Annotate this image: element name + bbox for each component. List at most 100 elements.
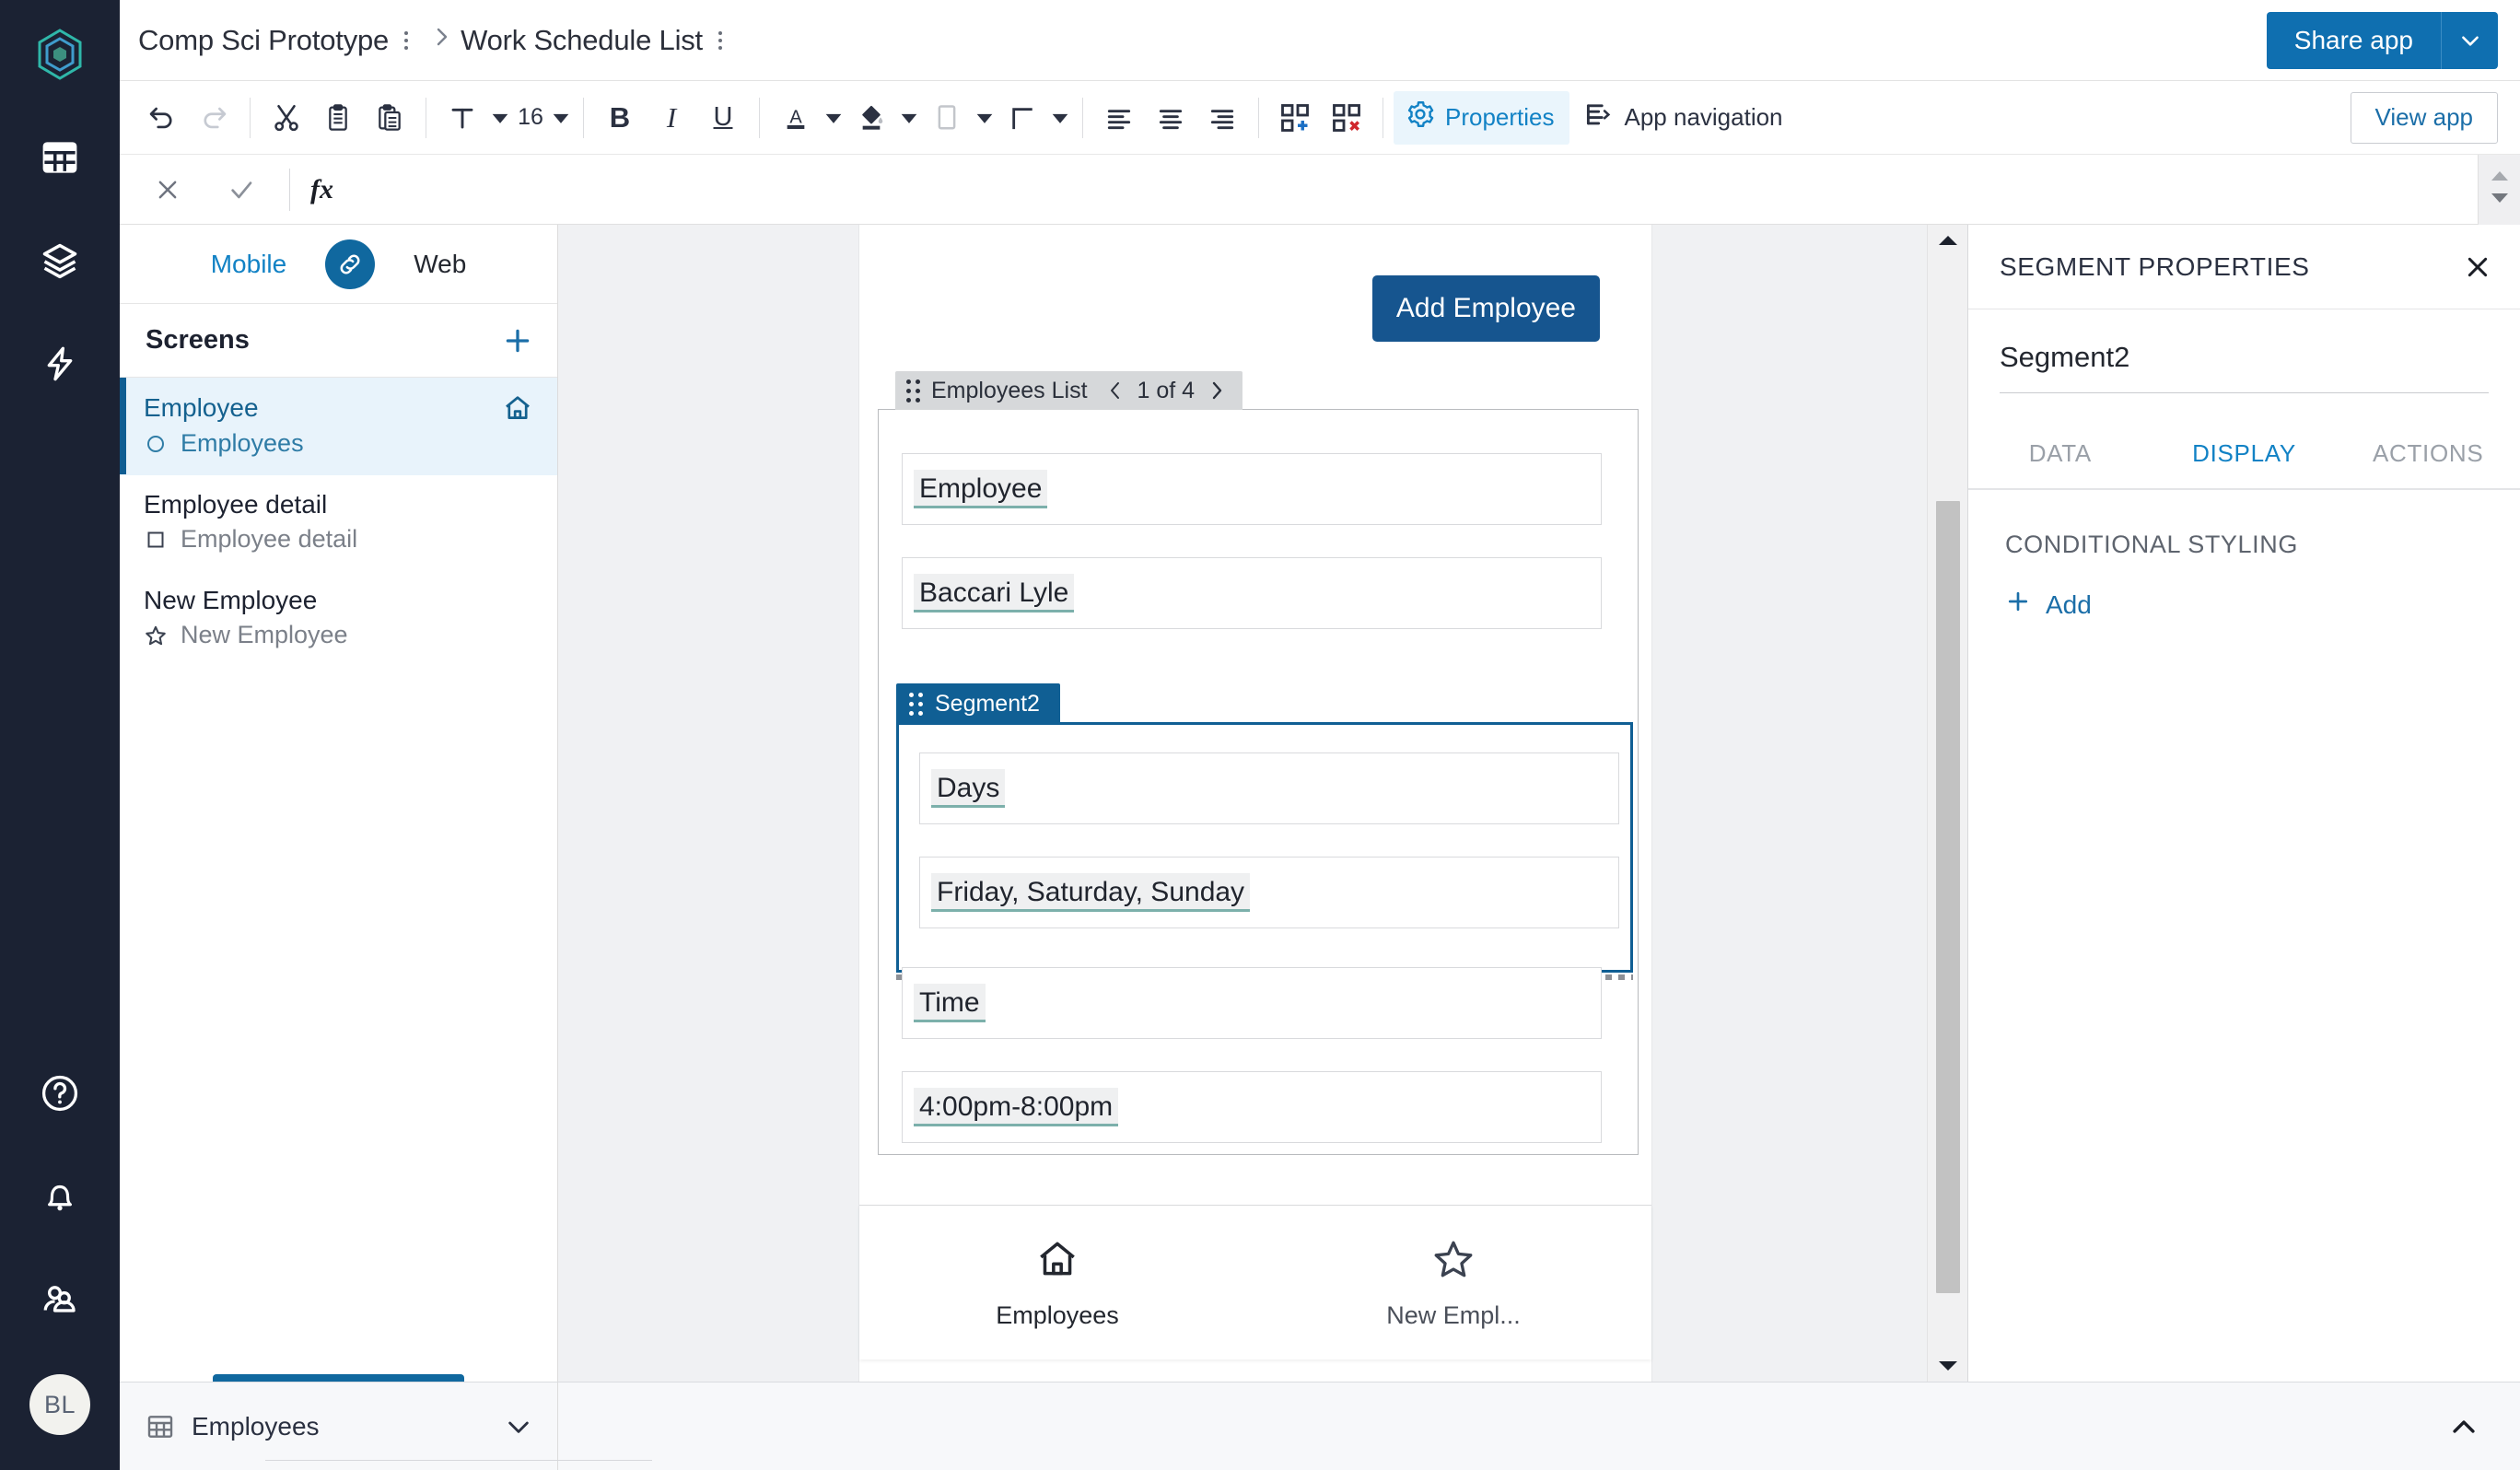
field-time-value[interactable]: 4:00pm-8:00pm [902, 1071, 1602, 1143]
rail-item-screens[interactable] [26, 227, 94, 295]
project-kebab-menu-icon[interactable] [394, 25, 418, 56]
drag-grip-icon[interactable] [906, 379, 920, 402]
home-screen-icon[interactable] [502, 392, 533, 424]
link-icon[interactable] [325, 239, 375, 289]
rail-item-team[interactable] [26, 1266, 94, 1334]
formula-scroll-stepper[interactable] [2478, 155, 2520, 225]
segment2-tag[interactable]: Segment2 [896, 683, 1060, 725]
home-icon [1034, 1236, 1080, 1287]
canvas-vertical-scrollbar[interactable] [1927, 225, 1967, 1382]
paste-icon[interactable] [364, 92, 415, 144]
avatar[interactable]: BL [29, 1374, 90, 1435]
platform-mobile-label[interactable]: Mobile [211, 250, 286, 279]
segment2-container[interactable]: Segment2 Days Friday, Saturday, Sunday [896, 722, 1633, 973]
canvas-scroll-thumb[interactable] [1936, 501, 1960, 1293]
add-component-icon[interactable] [1269, 92, 1321, 144]
caret-down-icon[interactable] [2490, 192, 2510, 209]
field-employee-header[interactable]: Employee [902, 453, 1602, 525]
tab-actions[interactable]: ACTIONS [2336, 426, 2520, 488]
hexagon-logo-icon[interactable] [26, 20, 94, 88]
rail-item-notifications[interactable] [26, 1162, 94, 1231]
italic-button[interactable]: I [646, 92, 697, 144]
font-size-control[interactable]: 16 [512, 92, 573, 144]
rail-item-automation[interactable] [26, 330, 94, 398]
scissors-icon[interactable] [261, 92, 312, 144]
design-canvas[interactable]: Add Employee Employees List 1 of 4 [558, 225, 1967, 1382]
bold-button[interactable]: B [594, 92, 646, 144]
border-icon[interactable] [997, 92, 1048, 144]
text-color-control[interactable]: A [770, 92, 846, 144]
scroll-up-caret-up-icon[interactable] [1928, 225, 1967, 256]
align-right-icon[interactable] [1196, 92, 1248, 144]
font-size-chevron-down-icon[interactable] [549, 92, 573, 144]
segment-name-input[interactable] [2000, 341, 2489, 393]
fill-color-chevron-down-icon[interactable] [897, 92, 921, 144]
screen-item-row: New Employee [144, 586, 533, 615]
breadcrumb-item-project[interactable]: Comp Sci Prototype [138, 24, 389, 57]
properties-button[interactable]: Properties [1394, 91, 1569, 145]
screen-item-sub-label: Employee detail [181, 525, 357, 554]
font-family-chevron-down-icon[interactable] [488, 92, 512, 144]
scroll-down-caret-down-icon[interactable] [1928, 1350, 1967, 1382]
bottom-nav-item-new-employee[interactable]: New Empl... [1255, 1236, 1651, 1330]
font-family-icon[interactable] [437, 92, 488, 144]
share-app-button[interactable]: Share app [2267, 12, 2441, 69]
undo-icon[interactable] [136, 92, 188, 144]
remove-component-icon[interactable] [1321, 92, 1372, 144]
screen-item-new-employee[interactable]: New Employee New Employee [120, 571, 557, 667]
field-days-header[interactable]: Days [919, 752, 1619, 824]
toolbar-divider [1082, 98, 1083, 138]
bottom-table-chevron-down-icon[interactable] [504, 1412, 533, 1441]
rail-item-help[interactable] [26, 1059, 94, 1127]
fill-color-control[interactable] [846, 92, 921, 144]
close-icon[interactable] [2463, 252, 2492, 282]
tab-display[interactable]: DISPLAY [2152, 426, 2337, 488]
bottom-table-selector[interactable]: Employees [120, 1382, 558, 1470]
field-time-header[interactable]: Time [902, 967, 1602, 1039]
toolbar-divider [759, 98, 760, 138]
screen-item-sub: New Employee [144, 621, 533, 649]
employees-list-widget[interactable]: Employees List 1 of 4 Employee [878, 409, 1639, 1155]
share-app-dropdown-chevron-down-icon[interactable] [2441, 12, 2498, 69]
shape-chevron-down-icon[interactable] [973, 92, 997, 144]
add-employee-button[interactable]: Add Employee [1372, 275, 1600, 342]
view-app-button[interactable]: View app [2351, 92, 2499, 144]
add-screen-plus-icon[interactable] [502, 325, 533, 356]
employees-list-tag[interactable]: Employees List 1 of 4 [895, 371, 1242, 410]
field-days-value[interactable]: Friday, Saturday, Sunday [919, 857, 1619, 928]
formula-input[interactable] [333, 175, 2478, 204]
platform-web-label[interactable]: Web [414, 250, 466, 279]
drag-grip-icon[interactable] [909, 693, 923, 716]
field-employee-value[interactable]: Baccari Lyle [902, 557, 1602, 629]
screen-item-employee-detail[interactable]: Employee detail Employee detail [120, 475, 557, 571]
add-conditional-styling-button[interactable]: Add [2005, 589, 2489, 621]
tab-data[interactable]: DATA [1968, 426, 2152, 488]
align-left-icon[interactable] [1093, 92, 1145, 144]
border-chevron-down-icon[interactable] [1048, 92, 1072, 144]
caret-up-icon[interactable] [2490, 169, 2510, 187]
font-size-value[interactable]: 16 [512, 104, 549, 131]
align-center-icon[interactable] [1145, 92, 1196, 144]
shape-control[interactable] [921, 92, 997, 144]
screen-kebab-menu-icon[interactable] [708, 25, 732, 56]
formula-accept-check-icon[interactable] [216, 164, 267, 216]
border-control[interactable] [997, 92, 1072, 144]
chevron-left-icon[interactable] [1106, 379, 1125, 402]
redo-icon[interactable] [188, 92, 239, 144]
font-family-control[interactable] [437, 92, 512, 144]
rail-item-data[interactable] [26, 123, 94, 192]
collapse-panel-chevron-up-icon[interactable] [2448, 1411, 2479, 1442]
app-navigation-button[interactable]: App navigation [1569, 91, 1796, 145]
underline-button[interactable]: U [697, 92, 749, 144]
text-color-chevron-down-icon[interactable] [822, 92, 846, 144]
formula-bar: fx [120, 155, 2520, 225]
chevron-right-icon[interactable] [1208, 379, 1226, 402]
shape-icon[interactable] [921, 92, 973, 144]
screen-item-employee[interactable]: Employee Employees [120, 378, 557, 475]
bottom-nav-item-employees[interactable]: Employees [859, 1236, 1255, 1330]
formula-cancel-close-icon[interactable] [142, 164, 193, 216]
text-color-icon[interactable]: A [770, 92, 822, 144]
copy-icon[interactable] [312, 92, 364, 144]
breadcrumb-item-screen[interactable]: Work Schedule List [461, 24, 703, 57]
fill-color-icon[interactable] [846, 92, 897, 144]
